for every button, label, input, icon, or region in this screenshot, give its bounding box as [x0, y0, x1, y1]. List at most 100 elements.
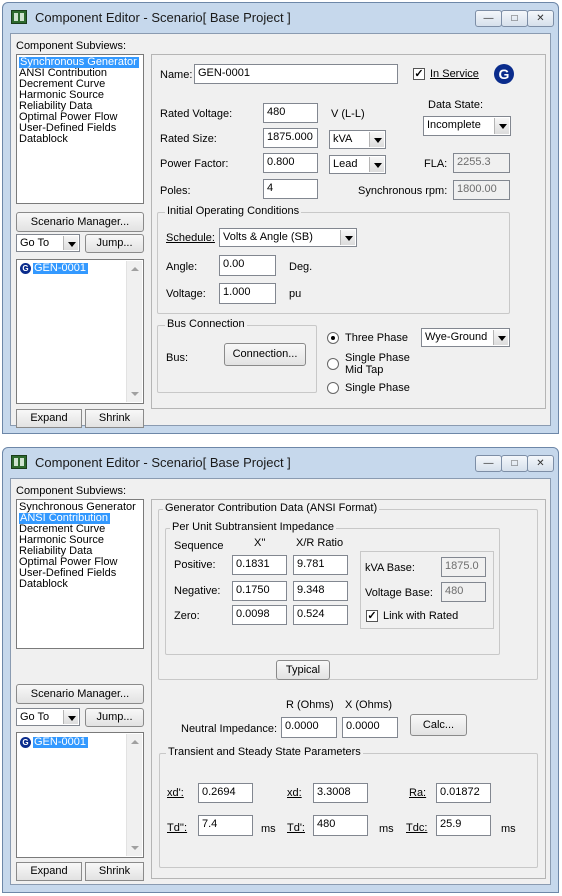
link-with-rated-checkbox[interactable]: ✓ — [366, 610, 378, 622]
grounding-dropdown[interactable]: Wye-Ground — [421, 328, 510, 347]
bus-label: Bus: — [166, 352, 189, 364]
in-service-checkbox[interactable]: ✓ — [413, 68, 425, 80]
kva-base-label: kVA Base: — [365, 562, 415, 574]
positive-xr-field[interactable]: 9.781 — [293, 555, 348, 575]
schedule-dropdown[interactable]: Volts & Angle (SB) — [219, 228, 357, 247]
jump-button[interactable]: Jump... — [85, 234, 144, 253]
negative-label: Negative: — [174, 585, 221, 597]
positive-x-field[interactable]: 0.1831 — [232, 555, 287, 575]
gcd-title: Generator Contribution Data (ANSI Format… — [163, 502, 380, 514]
goto-dropdown[interactable]: Go To — [16, 708, 80, 726]
subviews-list[interactable]: Synchronous Generator ANSI Contribution … — [16, 54, 144, 204]
maximize-button[interactable]: □ — [501, 455, 528, 472]
scroll-up-icon[interactable] — [131, 740, 139, 744]
td1-label: Td': — [287, 822, 305, 834]
scroll-down-icon[interactable] — [131, 392, 139, 396]
client-area: Component Subviews: Synchronous Generato… — [10, 33, 551, 428]
scenario-manager-button[interactable]: Scenario Manager... — [16, 684, 144, 704]
rated-size-field[interactable]: 1875.000 — [263, 128, 318, 148]
synchronous-rpm-label: Synchronous rpm: — [358, 185, 448, 197]
positive-label: Positive: — [174, 559, 216, 571]
zero-xr-field[interactable]: 0.524 — [293, 605, 348, 625]
neutral-r-field[interactable]: 0.0000 — [281, 717, 337, 738]
subview-datablock[interactable]: Datablock — [19, 579, 68, 590]
tssp-title: Transient and Steady State Parameters — [166, 746, 363, 758]
expand-button[interactable]: Expand — [16, 862, 82, 881]
typical-button[interactable]: Typical — [276, 660, 330, 680]
tree-item-gen-0001[interactable]: GEN-0001 — [33, 737, 88, 748]
minimize-button[interactable]: — — [475, 455, 502, 472]
rated-voltage-field[interactable]: 480 — [263, 103, 318, 123]
component-tree[interactable]: G GEN-0001 — [16, 259, 144, 404]
xd-field[interactable]: 3.3008 — [313, 783, 368, 803]
tree-scrollbar[interactable] — [126, 734, 142, 856]
connection-button[interactable]: Connection... — [224, 343, 306, 366]
close-button[interactable]: ✕ — [527, 10, 554, 27]
rated-size-unit-dropdown[interactable]: kVA — [329, 130, 386, 149]
name-field[interactable]: GEN-0001 — [194, 64, 398, 84]
negative-xr-field[interactable]: 9.348 — [293, 581, 348, 601]
td1-field[interactable]: 480 — [313, 815, 368, 836]
scroll-down-icon[interactable] — [131, 846, 139, 850]
scroll-up-icon[interactable] — [131, 267, 139, 271]
title-bar[interactable]: Component Editor - Scenario[ Base Projec… — [3, 3, 558, 31]
negative-x-field[interactable]: 0.1750 — [232, 581, 287, 601]
power-factor-type-dropdown[interactable]: Lead — [329, 155, 386, 174]
chevron-down-icon[interactable] — [369, 132, 384, 147]
initial-operating-conditions-group: Initial Operating Conditions Schedule: V… — [157, 205, 510, 314]
tdc-field[interactable]: 25.9 — [436, 815, 491, 836]
chevron-down-icon[interactable] — [494, 118, 509, 134]
chevron-down-icon[interactable] — [63, 236, 78, 250]
fla-label: FLA: — [424, 158, 448, 170]
col-xr: X/R Ratio — [296, 537, 344, 549]
angle-field[interactable]: 0.00 — [219, 255, 276, 276]
power-factor-field[interactable]: 0.800 — [263, 153, 318, 173]
kva-base-value: 1875.0 — [441, 557, 486, 577]
xd1-field[interactable]: 0.2694 — [198, 783, 253, 803]
voltage-base-label: Voltage Base: — [365, 587, 433, 599]
fla-value: 2255.3 — [453, 153, 510, 173]
three-phase-radio[interactable] — [327, 332, 339, 344]
shrink-button[interactable]: Shrink — [85, 409, 144, 428]
schedule-value: Volts & Angle (SB) — [223, 231, 313, 243]
chevron-down-icon[interactable] — [340, 230, 355, 245]
synchronous-rpm-value: 1800.00 — [453, 180, 510, 200]
ra-label: Ra: — [409, 787, 427, 799]
app-icon — [11, 10, 27, 24]
single-phase-radio[interactable] — [327, 382, 339, 394]
single-phase-mid-tap-radio[interactable] — [327, 358, 339, 370]
data-state-value: Incomplete — [427, 119, 481, 131]
subviews-label: Component Subviews: — [16, 485, 127, 497]
component-tree[interactable]: G GEN-0001 — [16, 732, 144, 858]
ioc-title: Initial Operating Conditions — [165, 205, 302, 217]
close-button[interactable]: ✕ — [527, 455, 554, 472]
goto-dropdown[interactable]: Go To — [16, 234, 80, 252]
xd-label: xd: — [287, 787, 302, 799]
jump-button[interactable]: Jump... — [85, 708, 144, 727]
component-editor-window-2: Component Editor - Scenario[ Base Projec… — [2, 447, 559, 893]
scenario-manager-button[interactable]: Scenario Manager... — [16, 212, 144, 232]
ra-field[interactable]: 0.01872 — [436, 783, 491, 803]
neutral-x-field[interactable]: 0.0000 — [342, 717, 398, 738]
bus-connection-group: Bus Connection Bus: Connection... — [157, 318, 317, 393]
client-area: Component Subviews: Synchronous Generato… — [10, 478, 551, 885]
subviews-list[interactable]: Synchronous Generator ANSI Contribution … — [16, 499, 144, 649]
chevron-down-icon[interactable] — [493, 330, 508, 345]
subview-datablock[interactable]: Datablock — [19, 134, 68, 145]
poles-field[interactable]: 4 — [263, 179, 318, 199]
tree-item-gen-0001[interactable]: GEN-0001 — [33, 263, 88, 274]
base-values-box: kVA Base: 1875.0 Voltage Base: 480 ✓ Lin… — [360, 551, 494, 629]
tree-scrollbar[interactable] — [126, 261, 142, 402]
voltage-field[interactable]: 1.000 — [219, 283, 276, 304]
chevron-down-icon[interactable] — [369, 157, 384, 172]
shrink-button[interactable]: Shrink — [85, 862, 144, 881]
chevron-down-icon[interactable] — [63, 710, 78, 724]
zero-x-field[interactable]: 0.0098 — [232, 605, 287, 625]
minimize-button[interactable]: — — [475, 10, 502, 27]
title-bar[interactable]: Component Editor - Scenario[ Base Projec… — [3, 448, 558, 476]
calc-button[interactable]: Calc... — [410, 714, 467, 736]
td2-field[interactable]: 7.4 — [198, 815, 253, 836]
expand-button[interactable]: Expand — [16, 409, 82, 428]
maximize-button[interactable]: □ — [501, 10, 528, 27]
data-state-dropdown[interactable]: Incomplete — [423, 116, 511, 136]
